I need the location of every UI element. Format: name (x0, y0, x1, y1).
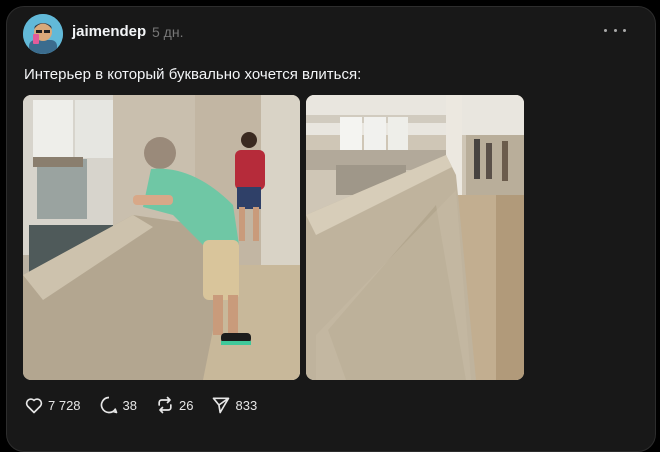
post-photo-1[interactable] (23, 95, 300, 380)
more-dots-icon[interactable] (604, 22, 626, 38)
post-time[interactable]: 5 дн. (152, 24, 183, 40)
share-button[interactable]: 833 (211, 395, 257, 415)
comment-count: 38 (122, 397, 138, 413)
paper-plane-icon (213, 397, 230, 414)
speech-bubble-icon (100, 396, 117, 414)
share-count: 833 (235, 397, 258, 413)
post-photo-2[interactable] (306, 95, 524, 380)
user-avatar[interactable] (23, 14, 63, 54)
repost-button[interactable]: 26 (155, 395, 193, 415)
repost-arrows-icon (158, 396, 172, 414)
action-bar: 7 728 38 26 833 (24, 395, 275, 415)
comment-button[interactable]: 38 (99, 395, 137, 415)
post-text: Интерьер в который буквально хочется вли… (24, 66, 362, 83)
heart-icon (25, 398, 43, 414)
repost-count: 26 (179, 397, 194, 413)
username[interactable]: jaimendep (72, 23, 146, 40)
like-count: 7 728 (48, 397, 81, 413)
like-button[interactable]: 7 728 (24, 395, 81, 415)
